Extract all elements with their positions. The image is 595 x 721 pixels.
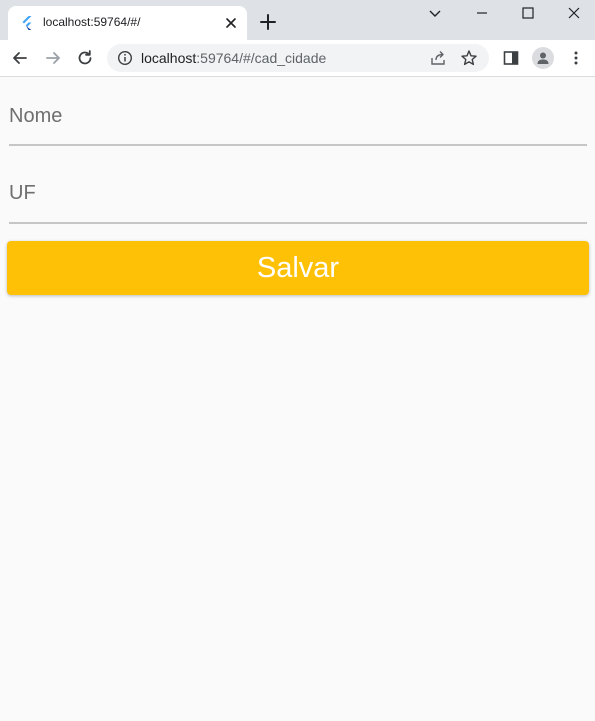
- maximize-icon: [522, 7, 534, 19]
- save-button[interactable]: Salvar: [7, 241, 589, 295]
- arrow-left-icon: [13, 52, 27, 64]
- menu-button[interactable]: [566, 48, 586, 68]
- nome-field[interactable]: Nome: [9, 78, 587, 146]
- side-panel-button[interactable]: [501, 48, 521, 68]
- tab-search-button[interactable]: [415, 0, 455, 26]
- nome-input[interactable]: [9, 78, 587, 146]
- reload-button[interactable]: [75, 48, 95, 68]
- uf-underline: [9, 222, 587, 224]
- close-icon: [568, 7, 580, 19]
- back-button[interactable]: [10, 48, 30, 68]
- tab-title: localhost:59764/#/: [43, 15, 141, 29]
- chevron-down-icon: [429, 10, 441, 17]
- url-path: :59764/#/cad_cidade: [196, 50, 327, 66]
- address-bar[interactable]: localhost:59764/#/cad_cidade: [107, 44, 489, 72]
- window-close-button[interactable]: [554, 0, 594, 26]
- close-tab-icon[interactable]: [222, 14, 240, 32]
- new-tab-icon[interactable]: [258, 12, 278, 32]
- arrow-right-icon: [46, 52, 60, 64]
- side-panel-icon: [503, 51, 519, 65]
- minimize-button[interactable]: [462, 0, 502, 26]
- flutter-icon: [22, 16, 32, 30]
- url-host: localhost: [141, 50, 197, 66]
- maximize-button[interactable]: [508, 0, 548, 26]
- browser-toolbar: localhost:59764/#/cad_cidade: [0, 40, 595, 77]
- person-icon: [537, 52, 549, 64]
- kebab-menu-icon: [574, 51, 578, 65]
- info-icon[interactable]: [117, 50, 133, 66]
- nome-underline: [9, 144, 587, 146]
- profile-avatar[interactable]: [532, 47, 554, 69]
- uf-field[interactable]: UF: [9, 155, 587, 224]
- share-icon[interactable]: [429, 49, 447, 67]
- forward-button[interactable]: [43, 48, 63, 68]
- url-text[interactable]: localhost:59764/#/cad_cidade: [141, 50, 326, 66]
- page-content: Nome UF Salvar: [0, 78, 595, 721]
- star-icon[interactable]: [460, 49, 478, 67]
- minimize-icon: [477, 12, 487, 14]
- browser-tab[interactable]: localhost:59764/#/: [8, 6, 247, 40]
- tab-strip: localhost:59764/#/: [0, 0, 595, 40]
- uf-input[interactable]: [9, 155, 587, 223]
- reload-icon: [78, 50, 92, 65]
